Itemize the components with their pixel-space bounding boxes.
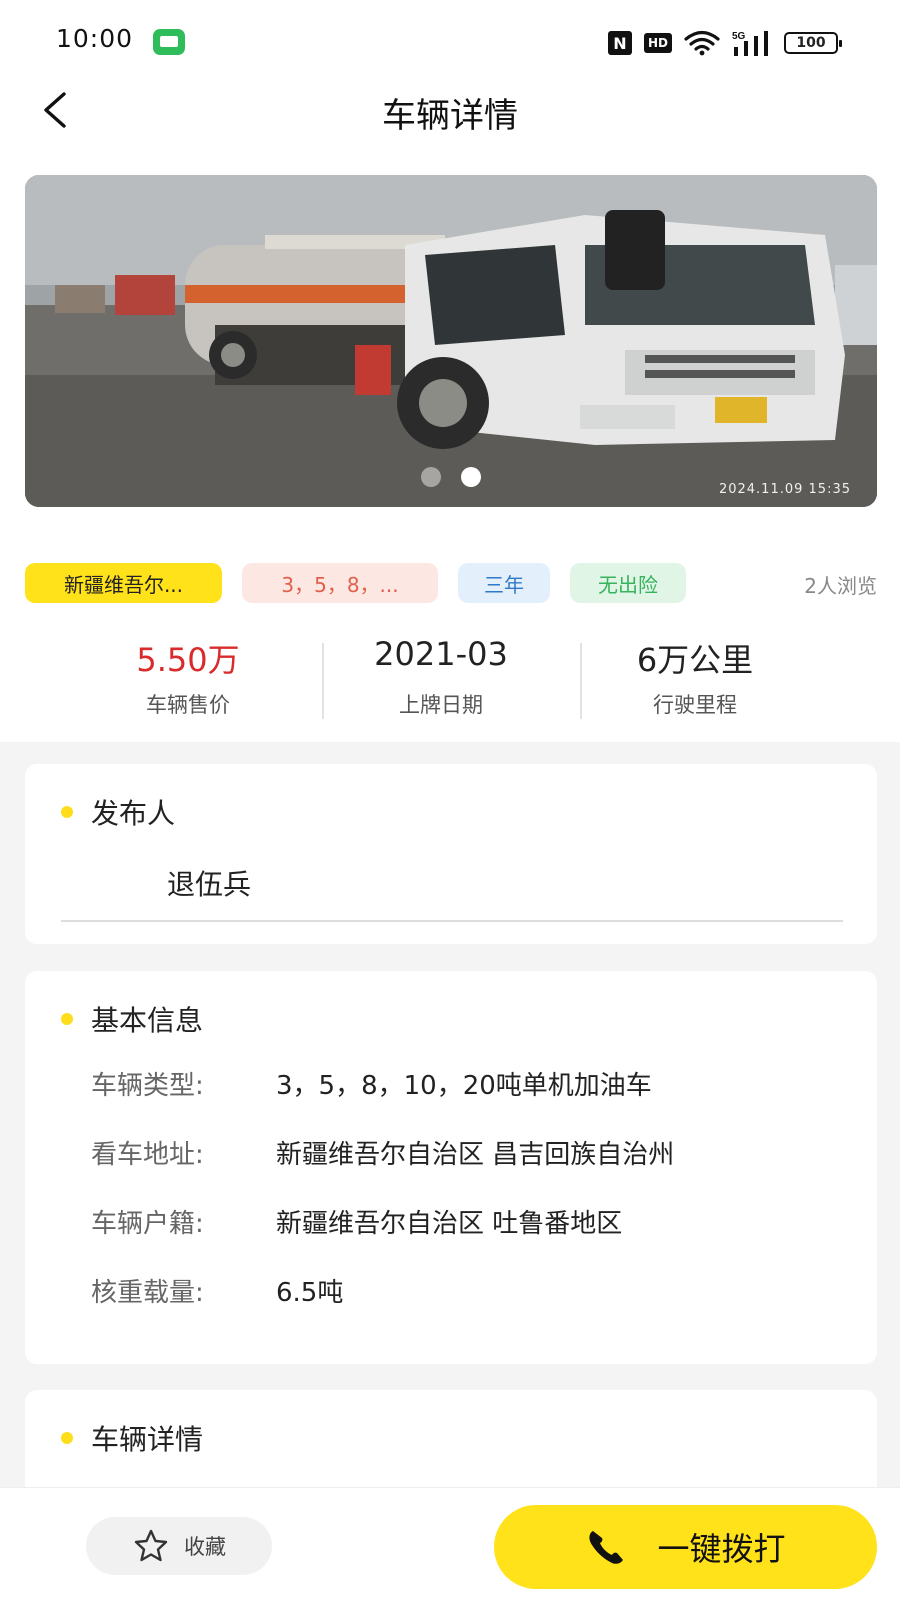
info-row-vehicle-type: 车辆类型: 3，5，8，10，20吨单机加油车 [91,1063,652,1103]
details-title: 车辆详情 [91,1423,204,1456]
status-time: 10:00 [56,24,134,53]
key-stats: 5.50万 车辆售价 2021-03 上牌日期 6万公里 行驶里程 [25,635,877,725]
price-value: 5.50万 [136,641,240,679]
vehicle-type-tag: 3，5，8，... [242,563,438,603]
call-button[interactable]: 一键拨打 [494,1505,877,1589]
favorite-label: 收藏 [184,1535,226,1559]
section-bullet [61,1013,73,1025]
bottom-action-bar: 收藏 一键拨打 [0,1487,900,1600]
info-value: 6.5吨 [276,1277,344,1308]
price-label: 车辆售价 [146,693,230,717]
vehicle-photo [25,175,877,507]
carousel-dot[interactable] [421,467,441,487]
mileage-label: 行驶里程 [653,693,737,717]
info-label: 车辆类型: [91,1070,204,1101]
status-bar: 10:00 N HD 5G 100 [0,0,900,86]
status-icons: N HD 5G 100 [608,28,842,58]
mileage-value: 6万公里 [636,641,754,679]
section-bullet [61,1432,73,1444]
info-value: 3，5，8，10，20吨单机加油车 [276,1070,652,1101]
registration-date-stat: 2021-03 上牌日期 [341,635,541,719]
nfc-icon: N [608,31,632,55]
accident-tag: 无出险 [570,563,686,603]
publisher-card: 发布人 退伍兵 [25,764,877,944]
basic-info-title: 基本信息 [91,1004,204,1037]
vehicle-photo-carousel[interactable]: 2024.11.09 15:35 [25,175,877,507]
details-header: 车辆详情 [61,1418,203,1458]
info-row-viewing-address: 看车地址: 新疆维吾尔自治区 昌吉回族自治州 [91,1132,674,1172]
signal-icon: 5G [732,31,768,56]
stat-divider [580,643,582,719]
mileage-stat: 6万公里 行驶里程 [595,635,795,719]
basic-info-header: 基本信息 [61,999,203,1039]
page-title: 车辆详情 [382,96,518,136]
favorite-button[interactable]: 收藏 [86,1517,272,1575]
star-icon [134,1529,168,1562]
info-label: 看车地址: [91,1139,204,1170]
message-notification-icon [153,29,185,55]
wifi-icon [684,30,720,56]
info-label: 车辆户籍: [91,1208,204,1239]
basic-info-card: 基本信息 车辆类型: 3，5，8，10，20吨单机加油车 看车地址: 新疆维吾尔… [25,971,877,1364]
info-value: 新疆维吾尔自治区 昌吉回族自治州 [276,1139,675,1170]
price-stat: 5.50万 车辆售价 [88,635,288,719]
divider [61,920,843,922]
network-type-label: 5G [732,31,746,42]
nav-header: 车辆详情 [0,80,900,140]
publisher-name: 退伍兵 [167,868,252,901]
info-label: 核重载量: [91,1277,204,1308]
info-row-load-capacity: 核重载量: 6.5吨 [91,1270,343,1310]
call-label: 一键拨打 [657,1530,786,1568]
registration-date-label: 上牌日期 [399,693,483,717]
region-tag: 新疆维吾尔... [25,563,222,603]
stat-divider [322,643,324,719]
photo-timestamp: 2024.11.09 15:35 [718,482,851,497]
section-bullet [61,806,73,818]
publisher-header: 发布人 [61,792,175,832]
carousel-dot-active[interactable] [461,467,481,487]
battery-level: 100 [796,35,826,51]
registration-date-value: 2021-03 [374,635,508,673]
phone-icon [589,1531,624,1564]
info-value: 新疆维吾尔自治区 吐鲁番地区 [276,1208,623,1239]
info-row-registration-place: 车辆户籍: 新疆维吾尔自治区 吐鲁番地区 [91,1201,622,1241]
tags-row: 新疆维吾尔... 3，5，8，... 三年 无出险 2人浏览 [25,563,877,603]
view-count: 2人浏览 [804,574,877,598]
battery-icon: 100 [784,32,842,54]
hd-icon: HD [644,33,672,53]
publisher-title: 发布人 [91,797,176,830]
warranty-tag: 三年 [458,563,550,603]
